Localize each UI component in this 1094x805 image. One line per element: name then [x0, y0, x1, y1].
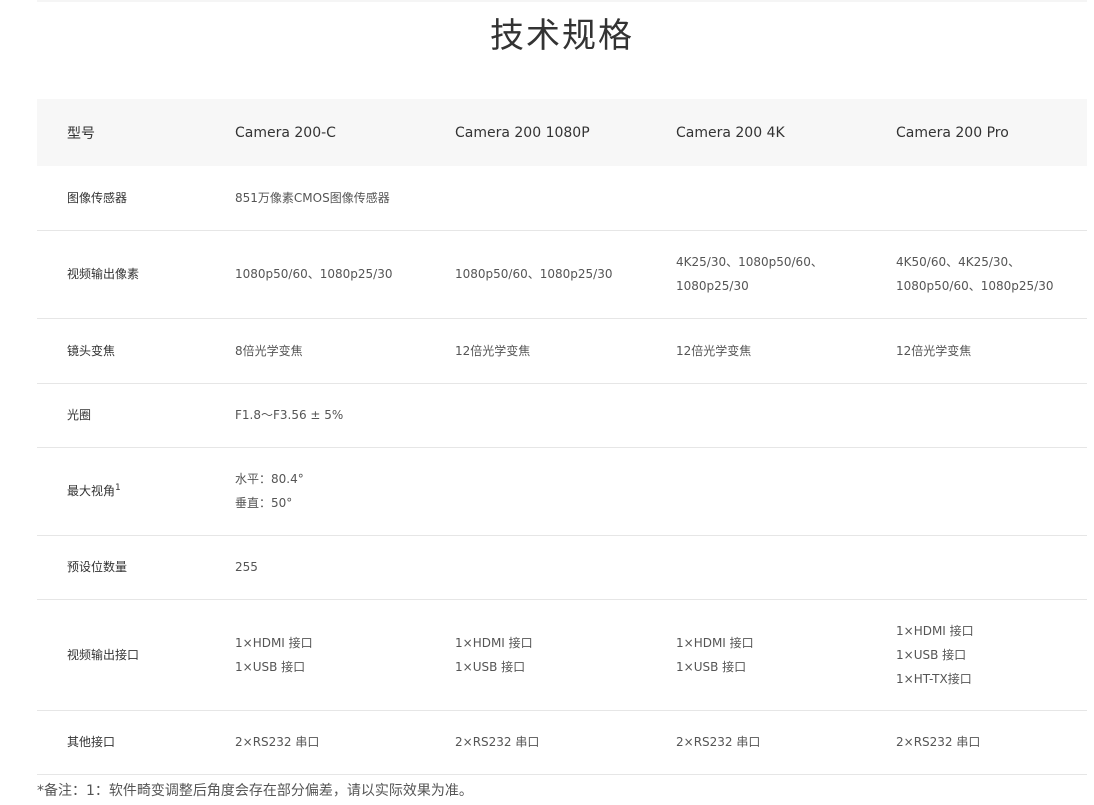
video-ports-camera-200-c: 1×HDMI 接口 1×USB 接口 — [235, 599, 455, 711]
zoom-camera-200-1080p: 12倍光学变焦 — [455, 318, 676, 384]
port-line: 1×USB 接口 — [896, 647, 967, 662]
port-line: 1×HDMI 接口 — [676, 635, 754, 650]
resolution-line: 4K50/60、4K25/30、 — [896, 255, 1021, 269]
other-ports-camera-200-c: 2×RS232 串口 — [235, 710, 455, 775]
row-label: 光圈 — [37, 383, 235, 448]
row-zoom: 镜头变焦 8倍光学变焦 12倍光学变焦 12倍光学变焦 12倍光学变焦 — [37, 318, 1087, 384]
row-label: 最大视角 — [67, 484, 116, 498]
footnote-marker: 1 — [115, 483, 121, 493]
row-label: 图像传感器 — [37, 166, 235, 231]
video-ports-camera-200-4k: 1×HDMI 接口 1×USB 接口 — [676, 599, 896, 711]
row-other-ports: 其他接口 2×RS232 串口 2×RS232 串口 2×RS232 串口 2×… — [37, 710, 1087, 775]
sensor-value: 851万像素CMOS图像传感器 — [235, 166, 1087, 231]
fov-value: 水平：80.4° 垂直：50° — [235, 447, 1087, 536]
fov-vertical: 垂直：50° — [235, 496, 293, 510]
resolution-camera-200-1080p: 1080p50/60、1080p25/30 — [455, 230, 676, 319]
zoom-camera-200-4k: 12倍光学变焦 — [676, 318, 896, 384]
model-camera-200-pro: Camera 200 Pro — [896, 99, 1087, 166]
zoom-camera-200-c: 8倍光学变焦 — [235, 318, 455, 384]
port-line: 1×USB 接口 — [455, 659, 526, 674]
header-label: 型号 — [37, 99, 235, 166]
zoom-camera-200-pro: 12倍光学变焦 — [896, 318, 1087, 384]
row-label: 视频输出像素 — [37, 230, 235, 319]
row-label: 视频输出接口 — [37, 599, 235, 711]
port-line: 1×HDMI 接口 — [896, 623, 974, 638]
model-camera-200-1080p: Camera 200 1080P — [455, 99, 676, 166]
row-label: 预设位数量 — [37, 535, 235, 600]
model-camera-200-4k: Camera 200 4K — [676, 99, 896, 166]
row-video-ports: 视频输出接口 1×HDMI 接口 1×USB 接口 1×HDMI 接口 1×US… — [37, 599, 1087, 711]
port-line: 1×HDMI 接口 — [235, 635, 313, 650]
row-fov: 最大视角1 水平：80.4° 垂直：50° — [37, 447, 1087, 536]
page-title: 技术规格 — [490, 16, 634, 56]
row-presets: 预设位数量 255 — [37, 535, 1087, 600]
row-sensor: 图像传感器 851万像素CMOS图像传感器 — [37, 166, 1087, 231]
footnote: *备注：1：软件畸变调整后角度会存在部分偏差，请以实际效果为准。 — [37, 783, 473, 799]
fov-horizontal: 水平：80.4° — [235, 472, 304, 486]
video-ports-camera-200-pro: 1×HDMI 接口 1×USB 接口 1×HT-TX接口 — [896, 599, 1087, 711]
spec-table: 型号 Camera 200-C Camera 200 1080P Camera … — [37, 99, 1087, 775]
row-label: 镜头变焦 — [37, 318, 235, 384]
video-ports-camera-200-1080p: 1×HDMI 接口 1×USB 接口 — [455, 599, 676, 711]
resolution-camera-200-pro: 4K50/60、4K25/30、 1080p50/60、1080p25/30 — [896, 230, 1087, 319]
aperture-value: F1.8～F3.56 ± 5% — [235, 383, 1087, 448]
presets-value: 255 — [235, 535, 1087, 600]
resolution-line: 4K25/30、1080p50/60、 — [676, 255, 823, 269]
port-line: 1×HDMI 接口 — [455, 635, 533, 650]
header-row: 型号 Camera 200-C Camera 200 1080P Camera … — [37, 99, 1087, 166]
resolution-camera-200-c: 1080p50/60、1080p25/30 — [235, 230, 455, 319]
port-line: 1×USB 接口 — [235, 659, 306, 674]
port-line: 1×HT-TX接口 — [896, 671, 972, 686]
resolution-line: 1080p50/60、1080p25/30 — [896, 279, 1054, 293]
row-aperture: 光圈 F1.8～F3.56 ± 5% — [37, 383, 1087, 448]
resolution-camera-200-4k: 4K25/30、1080p50/60、 1080p25/30 — [676, 230, 896, 319]
model-camera-200-c: Camera 200-C — [235, 99, 455, 166]
resolution-line: 1080p25/30 — [676, 279, 749, 293]
other-ports-camera-200-pro: 2×RS232 串口 — [896, 710, 1087, 775]
row-label-cell: 最大视角1 — [37, 447, 235, 536]
other-ports-camera-200-4k: 2×RS232 串口 — [676, 710, 896, 775]
row-resolution: 视频输出像素 1080p50/60、1080p25/30 1080p50/60、… — [37, 230, 1087, 319]
port-line: 1×USB 接口 — [676, 659, 747, 674]
other-ports-camera-200-1080p: 2×RS232 串口 — [455, 710, 676, 775]
row-label: 其他接口 — [37, 710, 235, 775]
top-divider — [37, 0, 1087, 2]
